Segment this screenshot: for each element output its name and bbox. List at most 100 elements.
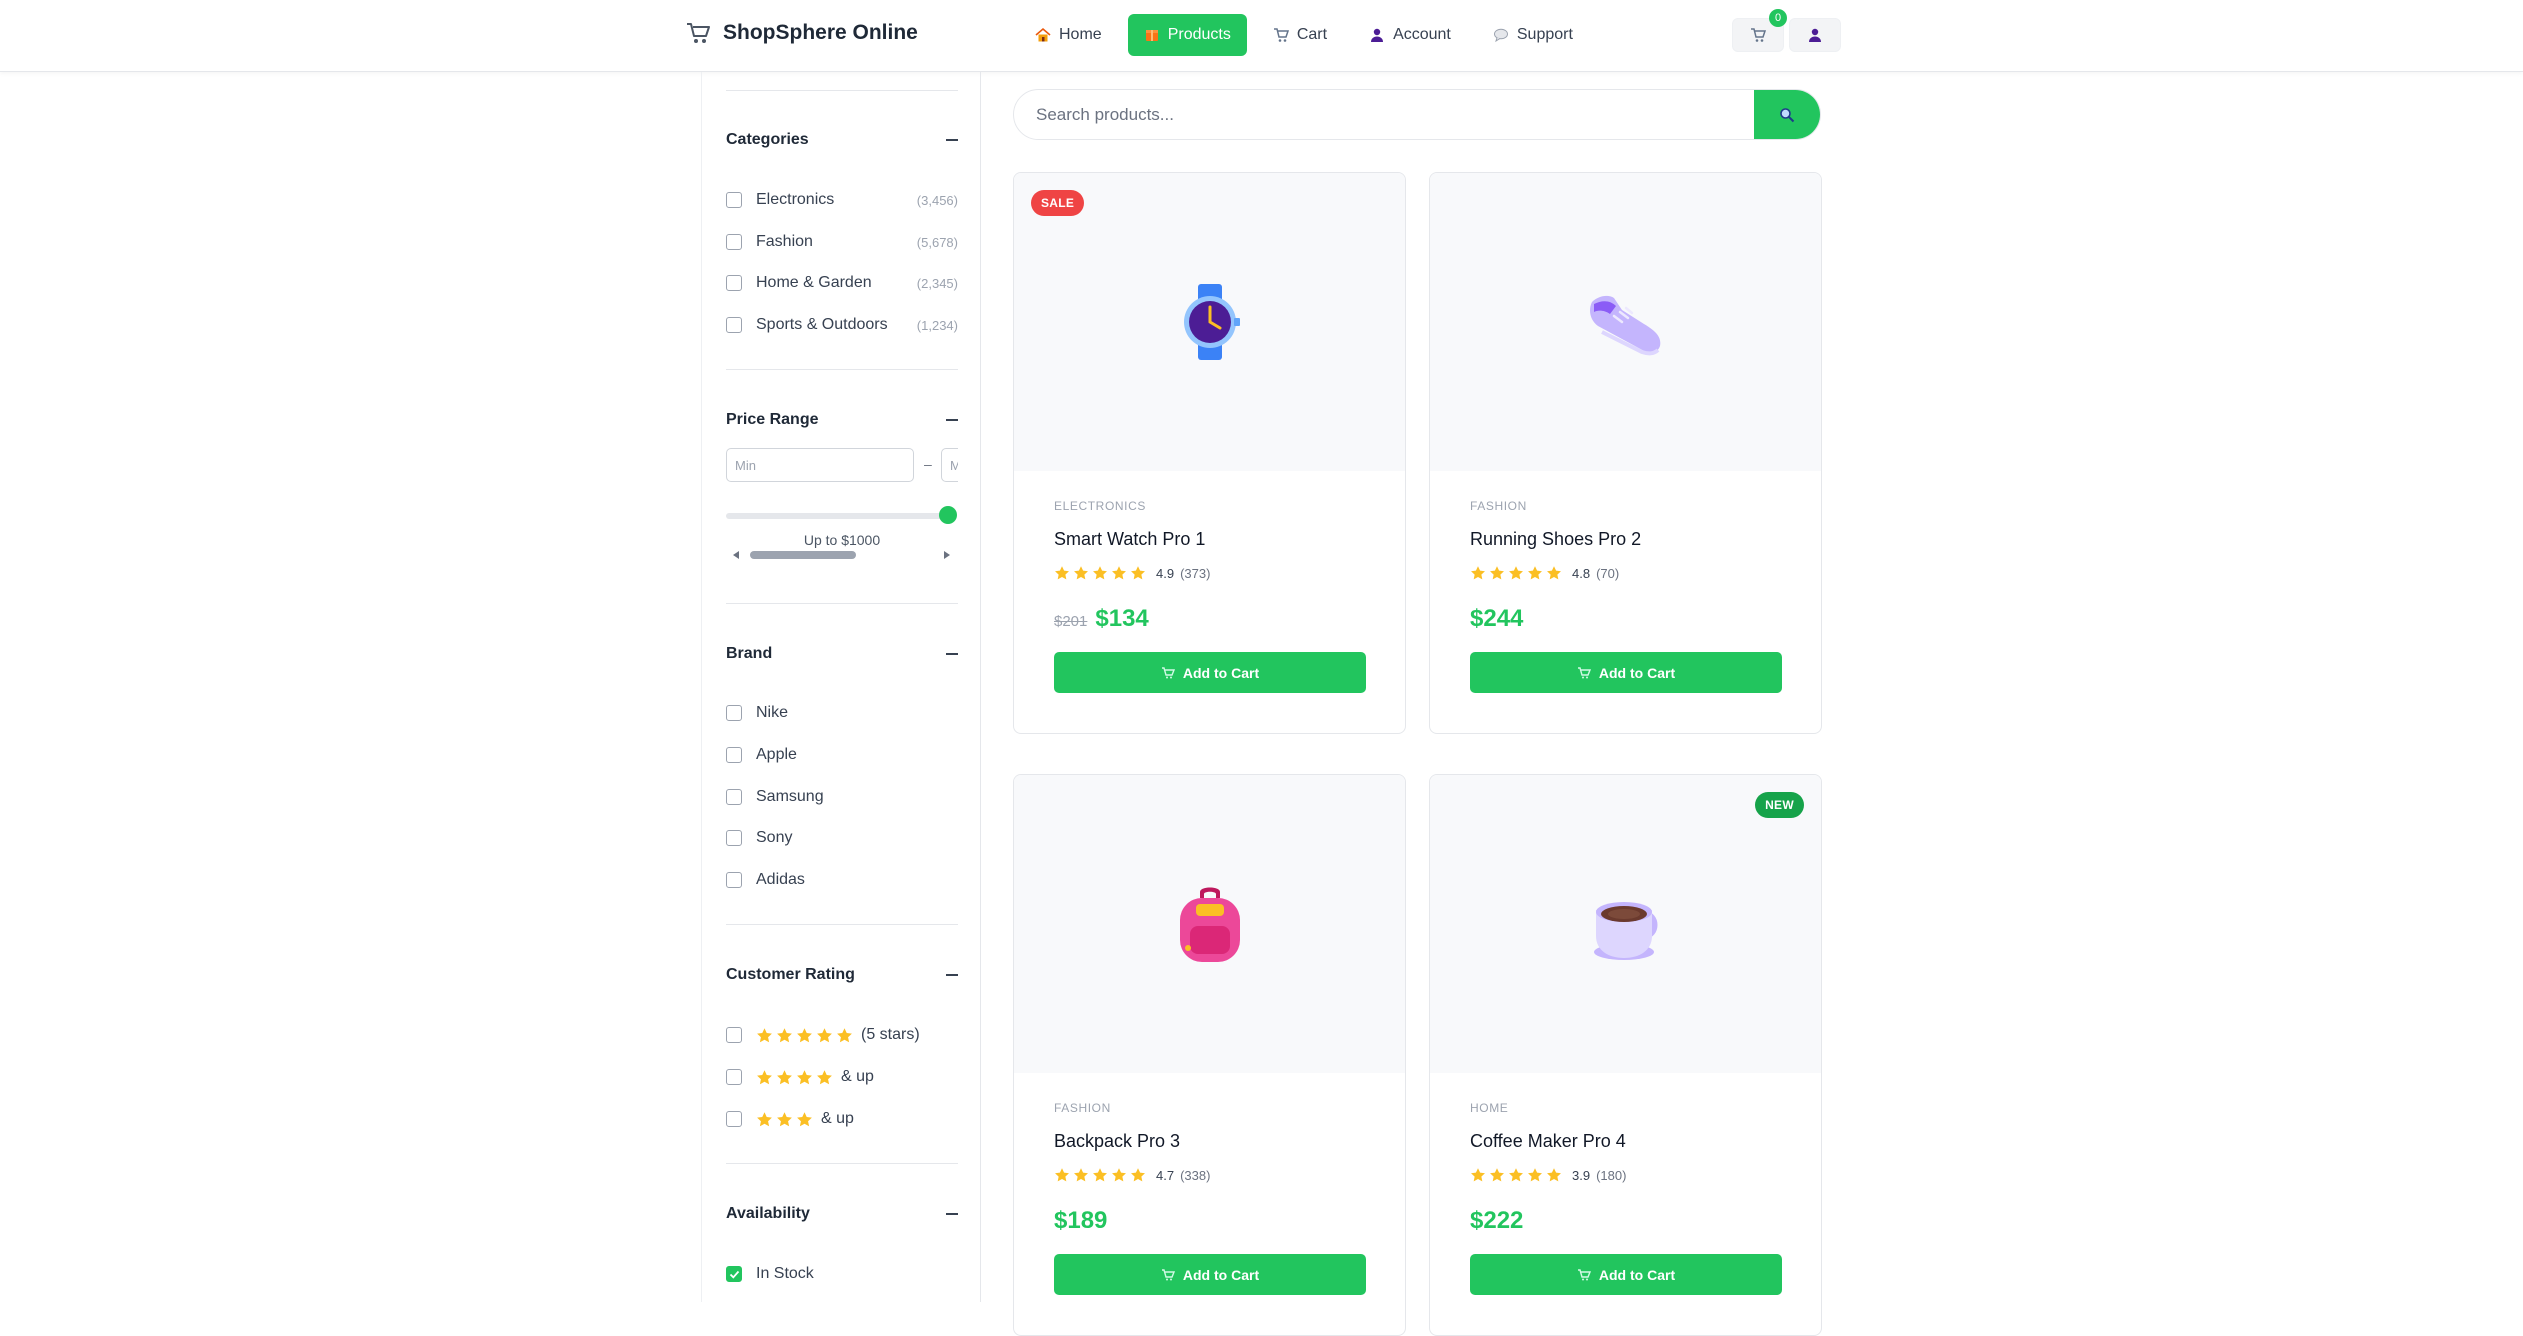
add-to-cart-label: Add to Cart: [1598, 1266, 1676, 1283]
min-price-input[interactable]: Min: [726, 448, 914, 482]
add-to-cart-button[interactable]: Add to Cart: [1470, 652, 1782, 693]
price-slider-thumb[interactable]: [939, 506, 957, 524]
price-slider-track[interactable]: [726, 513, 948, 519]
scroll-left-icon[interactable]: [732, 551, 740, 559]
product-card[interactable]: FASHION Running Shoes Pro 2 4.8 (70) $24…: [1429, 172, 1822, 734]
star-icon: [1509, 1168, 1523, 1182]
search-button[interactable]: [1754, 90, 1820, 139]
availability-header[interactable]: Availability: [726, 1202, 958, 1226]
star-icon: [1528, 1168, 1542, 1182]
price-slider-label: Up to $1000: [803, 532, 881, 548]
brand-option-samsung[interactable]: Samsung: [726, 785, 958, 809]
nav-products[interactable]: Products: [1127, 14, 1247, 56]
brand-header[interactable]: Brand: [726, 642, 958, 666]
checkbox[interactable]: [726, 830, 742, 846]
nav-home[interactable]: Home: [1019, 14, 1118, 56]
star-rating: [756, 1069, 833, 1086]
checkbox[interactable]: [726, 275, 742, 291]
header-account-button[interactable]: [1789, 18, 1841, 52]
checkbox[interactable]: [726, 234, 742, 250]
nav-support[interactable]: Support: [1477, 14, 1589, 56]
brand-option-adidas[interactable]: Adidas: [726, 868, 958, 892]
product-image[interactable]: [1014, 173, 1405, 471]
category-option-home-garden[interactable]: Home & Garden (2,345): [726, 271, 958, 295]
checkbox-checked[interactable]: [726, 1266, 742, 1282]
nav-account[interactable]: Account: [1353, 14, 1467, 56]
product-card[interactable]: NEW HOME Coffee Maker Pro 4 3.9 (180) $2…: [1429, 774, 1822, 1336]
nav-cart[interactable]: Cart: [1257, 14, 1343, 56]
search-input[interactable]: [1014, 90, 1754, 139]
star-icon: [1093, 1168, 1107, 1182]
filter-sidebar: Categories Electronics (3,456) Fashion (…: [701, 72, 981, 1302]
category-option-sports-outdoors[interactable]: Sports & Outdoors (1,234): [726, 313, 958, 337]
add-to-cart-button[interactable]: Add to Cart: [1054, 1254, 1366, 1295]
collapse-icon[interactable]: [946, 974, 958, 976]
star-icon: [1055, 566, 1069, 580]
product-prices: $244: [1470, 605, 1523, 633]
checkbox[interactable]: [726, 1027, 742, 1043]
product-card[interactable]: SALE ELECTRONICS Smart Watch Pro 1 4.9 (…: [1013, 172, 1406, 734]
current-price: $244: [1470, 605, 1524, 632]
star-icon: [1131, 566, 1145, 580]
product-card[interactable]: FASHION Backpack Pro 3 4.7 (338) $189 Ad…: [1013, 774, 1406, 1336]
rating-option-3[interactable]: & up: [726, 1107, 958, 1131]
checkbox[interactable]: [726, 872, 742, 888]
scrollbar-thumb[interactable]: [750, 551, 856, 559]
collapse-icon[interactable]: [946, 1213, 958, 1215]
brand-option-apple[interactable]: Apple: [726, 743, 958, 767]
star-icon: [757, 1069, 772, 1084]
product-image[interactable]: [1430, 775, 1821, 1073]
product-name[interactable]: Coffee Maker Pro 4: [1470, 1131, 1626, 1152]
top-header: ShopSphere Online Home Products Cart Acc…: [0, 0, 2523, 72]
original-price: $201: [1054, 613, 1088, 630]
category-option-fashion[interactable]: Fashion (5,678): [726, 230, 958, 254]
collapse-icon[interactable]: [946, 419, 958, 421]
horizontal-scrollbar[interactable]: [726, 548, 958, 562]
current-price: $134: [1095, 605, 1149, 632]
price-range-header[interactable]: Price Range: [726, 408, 958, 432]
rating-option-5[interactable]: (5 stars): [726, 1023, 958, 1047]
scroll-right-icon[interactable]: [943, 551, 951, 559]
category-count: (2,345): [916, 275, 958, 291]
nav-home-label: Home: [1059, 26, 1102, 43]
collapse-icon[interactable]: [946, 139, 958, 141]
star-icon: [1074, 566, 1088, 580]
header-cart-button[interactable]: 0: [1732, 9, 1787, 52]
category-option-electronics[interactable]: Electronics (3,456): [726, 188, 958, 212]
customer-rating-header[interactable]: Customer Rating: [726, 963, 958, 987]
checkbox[interactable]: [726, 317, 742, 333]
checkbox[interactable]: [726, 747, 742, 763]
checkbox[interactable]: [726, 789, 742, 805]
add-to-cart-button[interactable]: Add to Cart: [1470, 1254, 1782, 1295]
add-to-cart-label: Add to Cart: [1182, 664, 1260, 681]
checkbox[interactable]: [726, 705, 742, 721]
collapse-icon[interactable]: [946, 653, 958, 655]
checkbox[interactable]: [726, 1111, 742, 1127]
checkbox[interactable]: [726, 1069, 742, 1085]
brand[interactable]: ShopSphere Online: [685, 20, 918, 46]
product-name[interactable]: Running Shoes Pro 2: [1470, 529, 1641, 550]
category-count: (1,234): [916, 317, 958, 333]
current-price: $222: [1470, 1207, 1524, 1234]
product-name[interactable]: Smart Watch Pro 1: [1054, 529, 1205, 550]
star-icon: [777, 1069, 792, 1084]
checkbox[interactable]: [726, 192, 742, 208]
cart-icon: [1577, 1268, 1591, 1280]
product-rating: 4.9 (373): [1054, 565, 1210, 581]
rating-option-4[interactable]: & up: [726, 1065, 958, 1089]
brand-option-sony[interactable]: Sony: [726, 826, 958, 850]
star-icon: [1547, 1168, 1561, 1182]
rating-label: & up: [821, 1110, 854, 1127]
product-image[interactable]: [1430, 173, 1821, 471]
new-badge: NEW: [1755, 792, 1804, 818]
categories-header[interactable]: Categories: [726, 128, 958, 152]
review-count: (70): [1596, 565, 1620, 581]
rating-value: 4.7: [1156, 1167, 1175, 1183]
product-name[interactable]: Backpack Pro 3: [1054, 1131, 1180, 1152]
availability-option-in-stock[interactable]: In Stock: [726, 1262, 958, 1286]
star-icon: [817, 1069, 832, 1084]
max-price-input[interactable]: Max: [941, 448, 958, 482]
product-image[interactable]: [1014, 775, 1405, 1073]
brand-option-nike[interactable]: Nike: [726, 701, 958, 725]
add-to-cart-button[interactable]: Add to Cart: [1054, 652, 1366, 693]
